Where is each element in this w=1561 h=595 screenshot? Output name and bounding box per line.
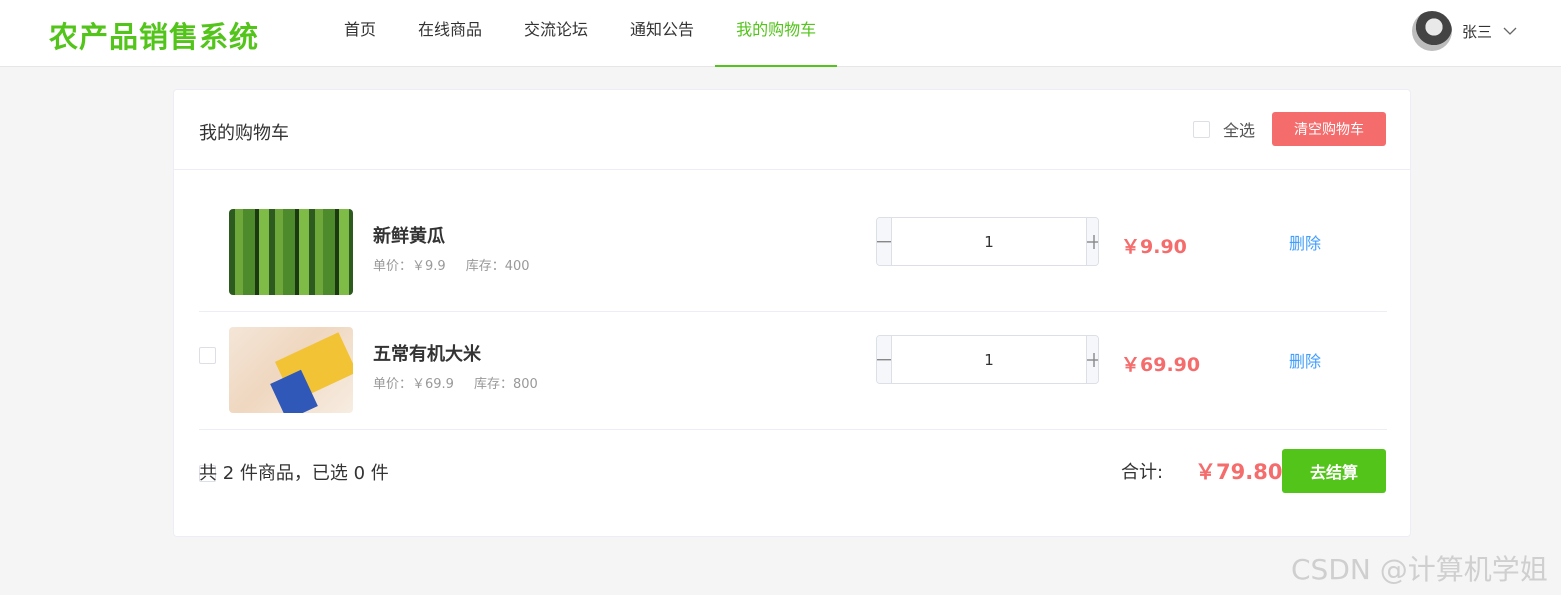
delete-item-link[interactable]: 删除 xyxy=(1289,230,1321,254)
main-nav: 首页 在线商品 交流论坛 通知公告 我的购物车 xyxy=(323,0,838,67)
item-name: 五常有机大米 xyxy=(373,344,481,365)
user-menu[interactable]: 张三 xyxy=(1412,11,1517,51)
product-image-rice[interactable] xyxy=(229,327,353,413)
item-meta: 单价：￥69.9 库存：800 xyxy=(373,373,538,392)
minus-icon xyxy=(877,358,891,360)
product-image-cucumber[interactable] xyxy=(229,209,353,295)
cart-header: 我的购物车 全选 清空购物车 xyxy=(174,90,1410,170)
nav-forum[interactable]: 交流论坛 xyxy=(503,0,609,67)
user-name: 张三 xyxy=(1462,22,1493,41)
checkout-button[interactable]: 去结算 xyxy=(1282,449,1386,493)
minus-icon xyxy=(877,240,891,242)
clear-cart-button[interactable]: 清空购物车 xyxy=(1272,112,1386,146)
total-label: 合计: xyxy=(1121,462,1164,483)
quantity-input[interactable] xyxy=(892,336,1086,383)
item-stock: 库存：800 xyxy=(473,377,538,392)
select-all-label[interactable]: 全选 xyxy=(1223,117,1255,141)
plus-icon xyxy=(1087,234,1098,249)
app-logo[interactable]: 农产品销售系统 xyxy=(49,14,259,56)
cart-item: 五常有机大米 单价：￥69.9 库存：800 ￥69.90 删除 xyxy=(199,312,1387,482)
select-all[interactable]: 全选 xyxy=(1193,117,1255,141)
item-subtotal: ￥69.90 xyxy=(1121,354,1201,376)
total-value: ￥79.80 xyxy=(1195,460,1283,484)
cart-card: 我的购物车 全选 清空购物车 新鲜黄瓜 单价：￥9.9 库存：400 ￥9.90 … xyxy=(173,89,1411,537)
item-unit-price: 单价：￥9.9 xyxy=(373,259,446,274)
avatar xyxy=(1412,11,1452,51)
plus-icon xyxy=(1087,352,1098,367)
nav-notices[interactable]: 通知公告 xyxy=(609,0,715,67)
cart-summary: 共 2 件商品，已选 0 件 xyxy=(199,463,389,484)
nav-my-cart[interactable]: 我的购物车 xyxy=(715,0,838,67)
increase-button[interactable] xyxy=(1086,218,1098,265)
item-name: 新鲜黄瓜 xyxy=(373,226,445,247)
item-unit-price: 单价：￥69.9 xyxy=(373,377,454,392)
decrease-button[interactable] xyxy=(877,336,892,383)
watermark: CSDN @计算机学姐 xyxy=(1291,553,1548,586)
delete-item-link[interactable]: 删除 xyxy=(1289,348,1321,372)
nav-home[interactable]: 首页 xyxy=(323,0,397,67)
decrease-button[interactable] xyxy=(877,218,892,265)
item-subtotal: ￥9.90 xyxy=(1121,236,1187,258)
nav-products[interactable]: 在线商品 xyxy=(397,0,503,67)
chevron-down-icon xyxy=(1503,27,1517,35)
quantity-input[interactable] xyxy=(892,218,1086,265)
cart-title: 我的购物车 xyxy=(199,123,289,144)
item-stock: 库存：400 xyxy=(465,259,530,274)
top-header: 农产品销售系统 首页 在线商品 交流论坛 通知公告 我的购物车 张三 xyxy=(0,0,1561,67)
increase-button[interactable] xyxy=(1086,336,1098,383)
cart-item: 新鲜黄瓜 单价：￥9.9 库存：400 ￥9.90 删除 xyxy=(199,194,1387,364)
select-all-checkbox[interactable] xyxy=(1193,120,1210,138)
quantity-stepper xyxy=(876,335,1099,384)
item-meta: 单价：￥9.9 库存：400 xyxy=(373,255,530,274)
quantity-stepper xyxy=(876,217,1099,266)
